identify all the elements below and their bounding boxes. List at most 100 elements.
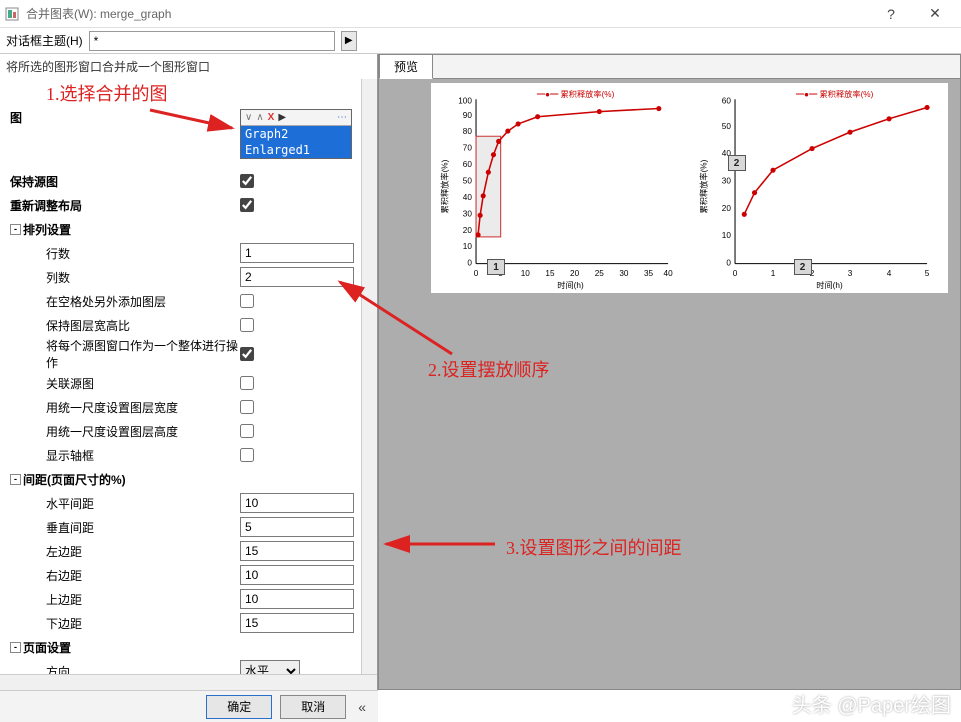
sel-up-icon[interactable]: ∧ — [256, 112, 263, 123]
spacing-section[interactable]: -间距(页面尺寸的%) — [6, 467, 375, 491]
theme-bar: 对话框主题(H) ▶ — [0, 28, 961, 54]
svg-text:100: 100 — [458, 96, 472, 105]
bottom-label: 下边距 — [10, 615, 240, 632]
theme-dropdown-button[interactable]: ▶ — [341, 31, 357, 51]
chart-label-2b: 2 — [794, 259, 812, 275]
preview-charts: 0102030405060708090100 0510152025303540 … — [431, 83, 948, 293]
page-section[interactable]: -页面设置 — [6, 635, 375, 659]
theme-input[interactable] — [89, 31, 335, 51]
ok-button[interactable]: 确定 — [206, 695, 272, 719]
app-icon — [4, 6, 20, 22]
chart-label-2a: 2 — [728, 155, 746, 171]
arrange-section[interactable]: -排列设置 — [6, 217, 375, 241]
hgap-label: 水平间距 — [10, 495, 240, 512]
show-axis-checkbox[interactable] — [240, 448, 254, 462]
description: 将所选的图形窗口合并成一个图形窗口 — [0, 54, 377, 79]
top-label: 上边距 — [10, 591, 240, 608]
watermark: 头条 @Paper绘图 — [792, 689, 951, 718]
rearrange-label: 重新调整布局 — [10, 197, 240, 214]
svg-text:40: 40 — [664, 269, 674, 278]
svg-text:4: 4 — [886, 269, 891, 278]
preview-area: 0102030405060708090100 0510152025303540 … — [379, 79, 960, 689]
svg-text:15: 15 — [545, 269, 555, 278]
button-row: 确定 取消 « — [0, 690, 378, 722]
add-layer-checkbox[interactable] — [240, 294, 254, 308]
keep-aspect-checkbox[interactable] — [240, 318, 254, 332]
settings-panel: 将所选的图形窗口合并成一个图形窗口 图 ∨ ∧ X ▶ ⋯ Graph2 — [0, 54, 378, 690]
svg-text:10: 10 — [721, 231, 731, 240]
svg-text:60: 60 — [721, 96, 731, 105]
unify-h-label: 用统一尺度设置图层高度 — [10, 423, 240, 440]
svg-text:时间(h): 时间(h) — [557, 280, 584, 290]
svg-text:30: 30 — [463, 209, 473, 218]
rearrange-checkbox[interactable] — [240, 198, 254, 212]
graph-item[interactable]: Enlarged1 — [241, 142, 351, 158]
scrollbar-horizontal[interactable] — [0, 674, 377, 690]
titlebar: 合并图表(W): merge_graph ? ✕ — [0, 0, 961, 28]
cancel-button[interactable]: 取消 — [280, 695, 346, 719]
sel-more-icon[interactable]: ⋯ — [337, 112, 347, 123]
link-source-checkbox[interactable] — [240, 376, 254, 390]
hgap-input[interactable] — [240, 493, 354, 513]
preview-panel: 预览 0102030405060708090100 05101520253035… — [378, 54, 961, 690]
svg-text:时间(h): 时间(h) — [816, 280, 843, 290]
sel-remove-icon[interactable]: X — [268, 112, 275, 123]
collapse-icon[interactable]: - — [10, 474, 21, 485]
cols-input[interactable] — [240, 267, 354, 287]
svg-text:60: 60 — [463, 160, 473, 169]
svg-text:10: 10 — [463, 242, 473, 251]
svg-text:25: 25 — [595, 269, 605, 278]
collapse-icon[interactable]: - — [10, 642, 21, 653]
scrollbar-vertical[interactable] — [361, 79, 377, 674]
svg-text:35: 35 — [644, 269, 654, 278]
keep-source-checkbox[interactable] — [240, 174, 254, 188]
sel-down-icon[interactable]: ∨ — [245, 112, 252, 123]
svg-text:━●━ 累积释放率(%): ━●━ 累积释放率(%) — [795, 89, 873, 99]
svg-text:累积释放率(%): 累积释放率(%) — [439, 159, 449, 213]
unify-h-checkbox[interactable] — [240, 424, 254, 438]
treat-whole-label: 将每个源图窗口作为一个整体进行操作 — [10, 337, 240, 371]
left-input[interactable] — [240, 541, 354, 561]
svg-text:3: 3 — [847, 269, 852, 278]
treat-whole-checkbox[interactable] — [240, 347, 254, 361]
unify-w-checkbox[interactable] — [240, 400, 254, 414]
right-input[interactable] — [240, 565, 354, 585]
top-input[interactable] — [240, 589, 354, 609]
collapse-panel-icon[interactable]: « — [354, 699, 370, 715]
close-button[interactable]: ✕ — [913, 0, 957, 28]
left-label: 左边距 — [10, 543, 240, 560]
graph-item[interactable]: Graph2 — [241, 126, 351, 142]
tab-strip: 预览 — [379, 55, 960, 79]
unify-w-label: 用统一尺度设置图层宽度 — [10, 399, 240, 416]
vgap-label: 垂直间距 — [10, 519, 240, 536]
collapse-icon[interactable]: - — [10, 224, 21, 235]
graph-selector[interactable]: ∨ ∧ X ▶ ⋯ Graph2 Enlarged1 — [240, 109, 352, 159]
chart-label-1: 1 — [487, 259, 505, 275]
svg-text:0: 0 — [726, 259, 731, 268]
graph-selector-toolbar: ∨ ∧ X ▶ ⋯ — [241, 110, 351, 126]
svg-text:30: 30 — [721, 176, 731, 185]
svg-text:50: 50 — [463, 176, 473, 185]
tab-preview[interactable]: 预览 — [379, 54, 433, 79]
sel-play-icon[interactable]: ▶ — [278, 112, 286, 123]
chart-1: 0102030405060708090100 0510152025303540 … — [431, 83, 690, 293]
rows-input[interactable] — [240, 243, 354, 263]
rows-label: 行数 — [10, 245, 240, 262]
svg-text:━●━ 累积释放率(%): ━●━ 累积释放率(%) — [537, 89, 615, 99]
svg-text:90: 90 — [463, 111, 473, 120]
show-axis-label: 显示轴框 — [10, 447, 240, 464]
svg-text:70: 70 — [463, 144, 473, 153]
graph-label: 图 — [10, 109, 240, 126]
vgap-input[interactable] — [240, 517, 354, 537]
theme-label: 对话框主题(H) — [6, 32, 83, 49]
help-button[interactable]: ? — [869, 0, 913, 28]
keep-source-label: 保持源图 — [10, 173, 240, 190]
add-layer-label: 在空格处另外添加图层 — [10, 293, 240, 310]
keep-aspect-label: 保持图层宽高比 — [10, 317, 240, 334]
svg-text:30: 30 — [619, 269, 629, 278]
link-source-label: 关联源图 — [10, 375, 240, 392]
bottom-input[interactable] — [240, 613, 354, 633]
svg-text:50: 50 — [721, 122, 731, 131]
window-title: 合并图表(W): merge_graph — [26, 5, 869, 22]
svg-text:20: 20 — [721, 204, 731, 213]
